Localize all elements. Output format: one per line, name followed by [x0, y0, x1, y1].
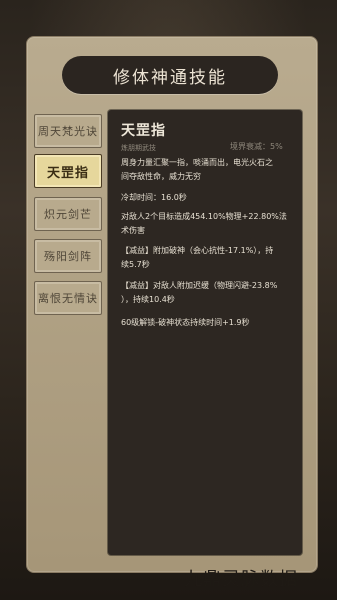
skill-tab-1[interactable]: 周天梵光诀 [34, 114, 102, 148]
damage-line-2: 术伤害 [121, 226, 145, 235]
desc-line-1: 周身力量汇聚一指，啖涌而出，电光火石之 [121, 158, 273, 167]
skill-name: 天罡指 [121, 123, 166, 139]
skill-tab-2[interactable]: 天罡指 [34, 154, 102, 188]
buff-line-1: 【减益】附加破神（会心抗性-17.1%），持 [121, 246, 274, 255]
cooldown: 冷却时间：16.0秒 [121, 193, 187, 202]
skill-tab-4[interactable]: 殇阳剑阵 [34, 239, 102, 273]
realm-decay: 境界衰减：5% [230, 142, 283, 151]
skill-category: 炼朋期武技 [121, 144, 156, 152]
unlock-effect: 60级解锁-破神状态持续时间+1.9秒 [121, 318, 250, 327]
skill-tab-5[interactable]: 离恨无情诀 [34, 281, 102, 315]
debuff-line-1: 【减益】对敌人附加迟缓（物理闪避-23.8% [121, 281, 278, 290]
damage-line-1: 对敌人2个目标造成454.10%物理+22.80%法 [121, 212, 287, 221]
debuff-line-2: ），持续10.4秒 [121, 295, 175, 304]
panel-title: 修体神通技能 [62, 56, 278, 94]
desc-line-2: 间夺敌性命，威力无穷 [121, 172, 201, 181]
watermark: 九鼎灵脉数据 [184, 569, 298, 590]
buff-line-2: 续5.7秒 [121, 260, 150, 269]
skill-tab-3[interactable]: 炽元剑芒 [34, 197, 102, 231]
